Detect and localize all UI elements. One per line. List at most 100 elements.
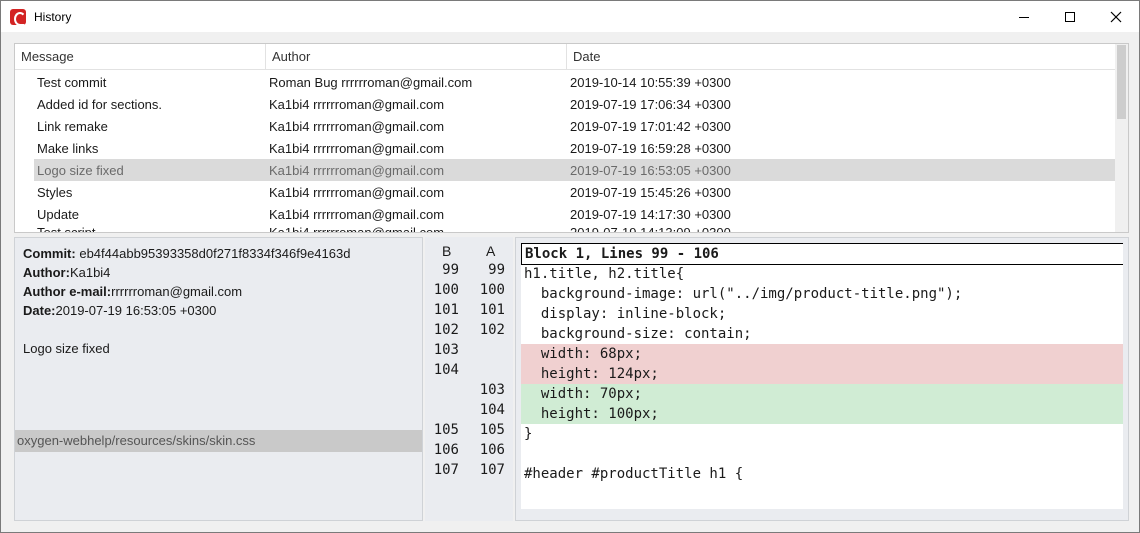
row-author: Ka1bi4 rrrrrroman@gmail.com bbox=[269, 225, 445, 233]
changed-file-item[interactable]: oxygen-webhelp/resources/skins/skin.css bbox=[15, 430, 422, 452]
maximize-icon bbox=[1065, 11, 1075, 22]
table-row-selected[interactable]: Logo size fixed Ka1bi4 rrrrrroman@gmail.… bbox=[34, 159, 1116, 181]
table-row[interactable]: Update Ka1bi4 rrrrrroman@gmail.com 2019-… bbox=[15, 203, 1116, 225]
line-number-after: 106 bbox=[479, 442, 505, 458]
line-number-after: 100 bbox=[479, 282, 505, 298]
line-number-before: 107 bbox=[433, 462, 459, 478]
commit-message: Logo size fixed bbox=[23, 341, 110, 356]
row-author: Ka1bi4 rrrrrroman@gmail.com bbox=[269, 140, 445, 156]
author-value: Ka1bi4 bbox=[69, 265, 111, 280]
row-date: 2019-10-14 10:55:39 +0300 bbox=[570, 74, 731, 90]
table-row[interactable]: Added id for sections. Ka1bi4 rrrrrroman… bbox=[15, 93, 1116, 115]
diff-line-context bbox=[521, 444, 1123, 464]
table-row[interactable]: Test script Ka1bi4 rrrrrroman@gmail.com … bbox=[15, 225, 1116, 233]
line-number-before: 104 bbox=[433, 362, 459, 378]
window-title: History bbox=[34, 9, 72, 24]
gutter-header-after: A bbox=[486, 243, 496, 259]
diff-line-added: width: 70px; bbox=[521, 384, 1123, 404]
line-number-before: 106 bbox=[433, 442, 459, 458]
date-line: Date:2019-07-19 16:53:05 +0300 bbox=[23, 303, 216, 318]
row-date: 2019-07-19 14:17:30 +0300 bbox=[570, 206, 731, 222]
column-header-author[interactable]: Author bbox=[266, 44, 567, 70]
table-row[interactable]: Link remake Ka1bi4 rrrrrroman@gmail.com … bbox=[15, 115, 1116, 137]
maximize-button[interactable] bbox=[1047, 1, 1093, 32]
row-date: 2019-07-19 15:45:26 +0300 bbox=[570, 184, 731, 200]
table-row[interactable]: Test commit Roman Bug rrrrrroman@gmail.c… bbox=[15, 71, 1116, 93]
diff-line-context: h1.title, h2.title{ bbox=[524, 266, 685, 282]
row-message: Styles bbox=[37, 184, 73, 200]
diff-line-context: } bbox=[524, 426, 533, 442]
line-number-before: 100 bbox=[433, 282, 459, 298]
row-author: Ka1bi4 rrrrrroman@gmail.com bbox=[269, 184, 445, 200]
diff-block-header: Block 1, Lines 99 - 106 bbox=[521, 243, 1123, 265]
app-logo-icon bbox=[10, 8, 26, 26]
row-message: Added id for sections. bbox=[37, 96, 163, 112]
table-body: Test commit Roman Bug rrrrrroman@gmail.c… bbox=[15, 71, 1116, 233]
history-window: History Message Author Date Test commit … bbox=[0, 0, 1140, 533]
window-controls bbox=[1001, 1, 1139, 32]
email-value: rrrrrroman@gmail.com bbox=[111, 284, 243, 299]
column-header-date[interactable]: Date bbox=[567, 44, 1116, 70]
diff-line-added: height: 100px; bbox=[521, 404, 1123, 424]
close-button[interactable] bbox=[1093, 1, 1139, 32]
scrollbar-thumb[interactable] bbox=[1117, 45, 1126, 119]
close-icon bbox=[1110, 11, 1122, 22]
author-line: Author:Ka1bi4 bbox=[23, 265, 110, 280]
line-number-before: 105 bbox=[433, 422, 459, 438]
date-value: 2019-07-19 16:53:05 +0300 bbox=[55, 303, 217, 318]
diff-view: Block 1, Lines 99 - 106 h1.title, h2.tit… bbox=[515, 237, 1129, 521]
row-message: Update bbox=[37, 206, 79, 222]
row-date: 2019-07-19 14:13:09 +0300 bbox=[570, 225, 731, 233]
row-message: Test script bbox=[37, 225, 96, 233]
table-row[interactable]: Styles Ka1bi4 rrrrrroman@gmail.com 2019-… bbox=[15, 181, 1116, 203]
row-author: Ka1bi4 rrrrrroman@gmail.com bbox=[269, 118, 445, 134]
table-header: Message Author Date bbox=[15, 44, 1116, 70]
table-row[interactable]: Make links Ka1bi4 rrrrrroman@gmail.com 2… bbox=[15, 137, 1116, 159]
line-number-after: 107 bbox=[479, 462, 505, 478]
line-number-before: 102 bbox=[433, 322, 459, 338]
diff-line-context: #header #productTitle h1 { bbox=[524, 466, 744, 482]
vertical-scrollbar[interactable] bbox=[1115, 44, 1128, 232]
diff-line-removed: width: 68px; bbox=[521, 344, 1123, 364]
row-author: Roman Bug rrrrrroman@gmail.com bbox=[269, 74, 473, 90]
line-number-before: 101 bbox=[433, 302, 459, 318]
row-author: Ka1bi4 rrrrrroman@gmail.com bbox=[269, 162, 445, 178]
diff-line-context: display: inline-block; bbox=[524, 306, 727, 322]
commit-id-line: Commit: eb4f44abb95393358d0f271f8334f346… bbox=[23, 246, 350, 261]
minimize-button[interactable] bbox=[1001, 1, 1047, 32]
row-message: Link remake bbox=[37, 118, 108, 134]
line-number-after: 102 bbox=[479, 322, 505, 338]
row-date: 2019-07-19 17:01:42 +0300 bbox=[570, 118, 731, 134]
diff-line-removed: height: 124px; bbox=[521, 364, 1123, 384]
date-label: Date: bbox=[23, 303, 56, 318]
title-bar[interactable]: History bbox=[1, 1, 1139, 32]
author-label: Author: bbox=[23, 265, 70, 280]
email-line: Author e-mail:rrrrrroman@gmail.com bbox=[23, 284, 242, 299]
row-author: Ka1bi4 rrrrrroman@gmail.com bbox=[269, 206, 445, 222]
line-number-after: 105 bbox=[479, 422, 505, 438]
diff-line-context: background-size: contain; bbox=[524, 326, 752, 342]
commit-history-table: Message Author Date Test commit Roman Bu… bbox=[14, 43, 1129, 233]
email-label: Author e-mail: bbox=[23, 284, 112, 299]
commit-id-label: Commit: bbox=[23, 246, 76, 261]
commit-details-panel: Commit: eb4f44abb95393358d0f271f8334f346… bbox=[14, 237, 423, 521]
row-date: 2019-07-19 16:53:05 +0300 bbox=[570, 162, 731, 178]
minimize-icon bbox=[1019, 16, 1029, 18]
line-number-after: 99 bbox=[488, 262, 505, 278]
row-date: 2019-07-19 17:06:34 +0300 bbox=[570, 96, 731, 112]
line-number-before: 99 bbox=[442, 262, 459, 278]
line-number-gutter: B A 99 99 100 100 101 101 102 102 103 104 103 104 10… bbox=[425, 237, 513, 521]
diff-line-context: background-image: url("../img/product-ti… bbox=[524, 286, 963, 302]
row-author: Ka1bi4 rrrrrroman@gmail.com bbox=[269, 96, 445, 112]
column-header-message[interactable]: Message bbox=[15, 44, 266, 70]
line-number-after: 103 bbox=[479, 382, 505, 398]
row-message: Logo size fixed bbox=[37, 162, 124, 178]
line-number-before: 103 bbox=[433, 342, 459, 358]
diff-content[interactable]: Block 1, Lines 99 - 106 h1.title, h2.tit… bbox=[521, 243, 1123, 509]
row-date: 2019-07-19 16:59:28 +0300 bbox=[570, 140, 731, 156]
line-number-after: 101 bbox=[479, 302, 505, 318]
row-message: Make links bbox=[37, 140, 99, 156]
gutter-header-before: B bbox=[442, 243, 452, 259]
line-number-after: 104 bbox=[479, 402, 505, 418]
commit-id-value: eb4f44abb95393358d0f271f8334f346f9e4163d bbox=[79, 246, 351, 261]
